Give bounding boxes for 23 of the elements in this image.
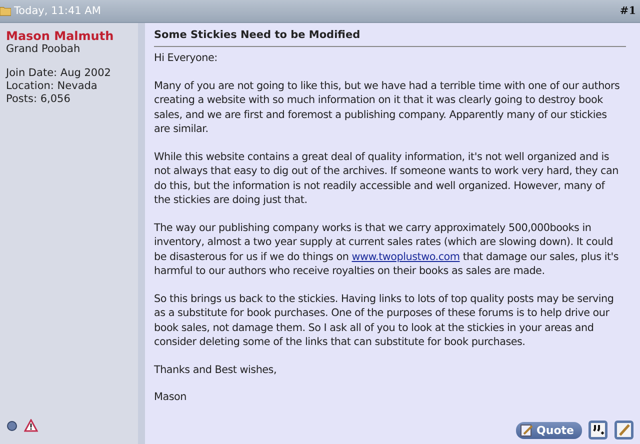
user-detail: Location: Nevada [6,80,98,93]
post-paragraph: Hi Everyone: [154,51,218,66]
username-link[interactable]: Mason Malmuth [6,29,132,43]
user-rank: Grand Poobah [6,43,82,55]
folder-icon [0,6,11,16]
post-paragraph: The way our publishing company works is that we carry approximately 500,000books in inventory, almost a two year supply at current sales rates (which are slowing down). It could be disasterous for us if we do things on www.twoplustwo.com that damage our sales, plus it's harmful to our authors who receive royalties on their books as sales are made. [154,220,620,278]
post-title: Some Stickies Need to be Modified [154,29,626,47]
post-paragraph: Thanks and Best wishes, [154,362,278,377]
website-link[interactable]: www.twoplustwo.com [352,250,460,262]
post-date: Today, 11:41 AM [14,5,101,17]
post-number[interactable]: #1 [620,5,636,17]
post-paragraph: So this brings us back to the stickies. Having links to lots of top quality posts may be serving as a substitute for book purchases. One of the purposes of these forums is to help drive our book sales, not damage them. So I ask all of you to look at the stickies in your areas and consider deleting some of the links that can substitute for book purchases. [154,292,615,350]
edit-note-icon [520,424,534,436]
online-status-icon [6,420,18,432]
report-warning-icon[interactable] [24,419,38,432]
user-detail: Posts: 6,056 [6,93,72,106]
multi-quote-icon[interactable] [588,420,608,440]
post-paragraph: Mason [154,390,188,404]
edit-post-icon[interactable] [614,420,634,440]
quote-button[interactable]: Quote [516,422,582,438]
user-detail: Join Date: Aug 2002 [6,67,112,80]
post-paragraph: Many of you are not going to like this, but we have had a terrible time with one of our authors creating a website with so much information on it that it was clearly going to destroy book sales, and we are first and foremost a publishing company. Apparently many of our stickies are similar. [154,78,621,136]
post-paragraph: While this website contains a great deal of quality information, it's not well organized and is not always that easy to dig out of the archives. If someone wants to work very hard, they can do this, but the information is not readily accessible and well organized. However, many of the stickies are doing just that. [154,150,620,208]
